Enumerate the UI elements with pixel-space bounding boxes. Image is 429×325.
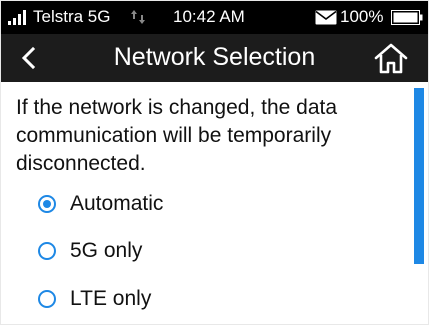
status-bar: Telstra 5G 10:42 AM 100% bbox=[1, 1, 428, 34]
device-screen: Telstra 5G 10:42 AM 100% Network Selecti… bbox=[1, 1, 428, 324]
radio-unselected-icon[interactable] bbox=[38, 242, 56, 260]
battery-full-icon bbox=[391, 10, 423, 25]
battery-percent: 100% bbox=[340, 7, 384, 26]
option-label: LTE only bbox=[70, 287, 152, 310]
option-5g-only[interactable]: 5G only bbox=[38, 236, 142, 266]
page-title: Network Selection bbox=[113, 43, 316, 71]
radio-unselected-icon[interactable] bbox=[38, 290, 56, 308]
app-header: Network Selection bbox=[1, 34, 428, 82]
option-lte-only[interactable]: LTE only bbox=[38, 284, 151, 314]
status-clock: 10:42 AM bbox=[173, 7, 245, 26]
option-label: Automatic bbox=[70, 192, 164, 215]
chevron-left-icon[interactable] bbox=[15, 44, 43, 72]
scrollbar[interactable] bbox=[414, 88, 424, 264]
home-icon[interactable] bbox=[371, 41, 411, 75]
network-selection-panel: If the network is changed, the data comm… bbox=[1, 82, 428, 324]
signal-bars-icon bbox=[8, 10, 28, 25]
mail-icon bbox=[315, 10, 337, 25]
radio-selected-icon[interactable] bbox=[38, 195, 56, 213]
carrier-label: Telstra 5G bbox=[33, 7, 111, 26]
option-label: 5G only bbox=[70, 239, 143, 262]
option-automatic[interactable]: Automatic bbox=[38, 189, 163, 219]
info-text: If the network is changed, the data comm… bbox=[16, 96, 338, 175]
data-transfer-icon bbox=[131, 10, 145, 24]
